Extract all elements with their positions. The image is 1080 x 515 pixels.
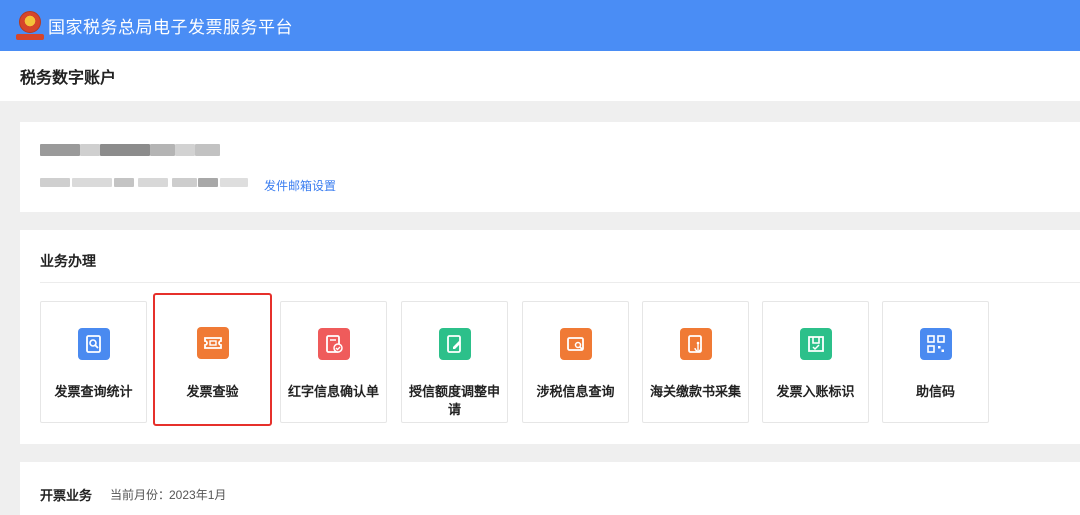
folder-search-icon [559,328,592,360]
tile-label: 红字信息确认单 [287,384,379,399]
confirm-document-icon [317,328,350,360]
invoice-section-title: 开票业务 [40,488,93,503]
tile-label: 发票查询统计 [54,384,133,399]
business-section-title: 业务办理 [40,253,96,269]
inbox-check-icon [799,328,832,360]
tile-customs-payment-collection[interactable]: 海关缴款书采集 [642,301,749,423]
tile-label: 授信额度调整申请 [408,384,500,417]
tile-label: 海关缴款书采集 [649,384,741,399]
email-settings-link[interactable]: 发件邮箱设置 [264,177,336,194]
tax-emblem-logo [14,9,44,43]
tile-invoice-accounting-mark[interactable]: 发票入账标识 [762,301,869,423]
invoice-business-card: 开票业务 当前月份： 2023年1月 [20,462,1080,515]
anchor-document-icon [679,328,712,360]
section-divider [40,282,1080,283]
tile-label: 涉税信息查询 [536,384,615,399]
tile-credit-limit-adjustment[interactable]: 授信额度调整申请 [401,301,508,423]
ticket-icon [196,327,229,359]
tile-credit-code[interactable]: 助信码 [882,301,989,423]
tile-red-letter-confirmation[interactable]: 红字信息确认单 [280,301,387,423]
tile-tax-info-query[interactable]: 涉税信息查询 [522,301,629,423]
tile-invoice-query-stats[interactable]: 发票查询统计 [40,301,147,423]
page-title: 税务数字账户 [20,70,117,87]
tile-label: 发票入账标识 [776,384,855,399]
qr-code-icon [919,328,952,360]
current-month-value: 2023年1月 [169,488,227,502]
edit-document-icon [438,328,471,360]
business-card: 业务办理 发票查询统计 发票查验 红字信息确认单 授信额度调整申请 涉税信息查询 [20,230,1080,444]
top-navbar: 国家税务总局电子发票服务平台 [0,0,1080,51]
search-document-icon [77,328,110,360]
page-header: 税务数字账户 [0,51,1080,101]
tile-label: 助信码 [915,384,955,399]
account-info-card: 发件邮箱设置 [20,122,1080,212]
tile-label: 发票查验 [186,384,239,399]
platform-title: 国家税务总局电子发票服务平台 [48,18,293,37]
tile-invoice-verification[interactable]: 发票查验 [153,293,272,426]
current-month-label: 当前月份： [110,488,171,502]
